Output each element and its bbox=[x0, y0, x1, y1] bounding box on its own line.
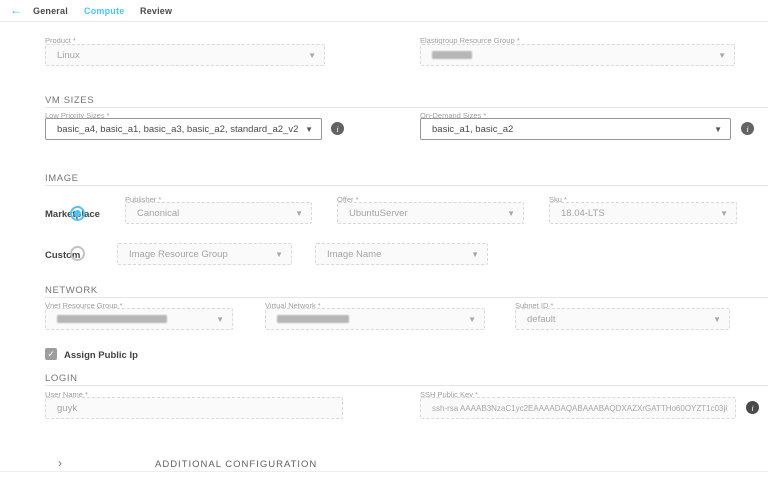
chevron-down-icon: ▼ bbox=[708, 125, 722, 134]
image-resource-group-placeholder: Image Resource Group bbox=[129, 249, 228, 260]
section-title-vm-sizes: VM SIZES bbox=[45, 95, 94, 106]
section-divider bbox=[45, 297, 768, 298]
sku-select[interactable]: 18.04-LTS ▼ bbox=[549, 202, 737, 224]
on-demand-sizes-value: basic_a1, basic_a2 bbox=[432, 124, 513, 135]
chevron-down-icon: ▼ bbox=[707, 315, 721, 324]
additional-configuration-expander[interactable] bbox=[0, 452, 768, 472]
low-priority-sizes-value: basic_a4, basic_a1, basic_a3, basic_a2, … bbox=[57, 124, 298, 135]
image-name-select[interactable]: Image Name ▼ bbox=[315, 243, 488, 265]
subnet-id-value: default bbox=[527, 314, 556, 325]
vnet-resource-group-select[interactable]: ▼ bbox=[45, 308, 233, 330]
section-title-login: LOGIN bbox=[45, 373, 78, 384]
user-name-value: guyk bbox=[57, 403, 77, 414]
info-icon[interactable]: i bbox=[741, 122, 754, 135]
user-name-input[interactable]: guyk bbox=[45, 397, 343, 419]
assign-public-ip-checkbox[interactable]: ✓ bbox=[45, 348, 57, 360]
offer-value: UbuntuServer bbox=[349, 208, 408, 219]
publisher-select[interactable]: Canonical ▼ bbox=[125, 202, 312, 224]
chevron-down-icon: ▼ bbox=[712, 51, 726, 60]
product-value: Linux bbox=[57, 50, 80, 61]
chevron-down-icon: ▼ bbox=[210, 315, 224, 324]
publisher-value: Canonical bbox=[137, 208, 179, 219]
section-title-network: NETWORK bbox=[45, 285, 98, 296]
chevron-down-icon: ▼ bbox=[501, 209, 515, 218]
low-priority-sizes-select[interactable]: basic_a4, basic_a1, basic_a3, basic_a2, … bbox=[45, 118, 322, 140]
ssh-public-key-value: ssh-rsa AAAAB3NzaC1yc2EAAAADAQABAAABAQDX… bbox=[432, 404, 727, 413]
chevron-right-icon[interactable]: › bbox=[58, 456, 62, 470]
image-resource-group-select[interactable]: Image Resource Group ▼ bbox=[117, 243, 292, 265]
chevron-down-icon: ▼ bbox=[302, 51, 316, 60]
image-name-placeholder: Image Name bbox=[327, 249, 381, 260]
tab-compute[interactable]: Compute bbox=[84, 6, 124, 16]
virtual-network-select[interactable]: ▼ bbox=[265, 308, 485, 330]
chevron-down-icon: ▼ bbox=[269, 250, 283, 259]
redacted-value bbox=[432, 51, 472, 59]
section-divider bbox=[45, 385, 768, 386]
ssh-public-key-input[interactable]: ssh-rsa AAAAB3NzaC1yc2EAAAADAQABAAABAQDX… bbox=[420, 397, 736, 419]
on-demand-sizes-select[interactable]: basic_a1, basic_a2 ▼ bbox=[420, 118, 731, 140]
chevron-down-icon: ▼ bbox=[465, 250, 479, 259]
custom-radio[interactable] bbox=[70, 246, 85, 261]
assign-public-ip-label: Assign Public Ip bbox=[64, 350, 138, 361]
section-title-image: IMAGE bbox=[45, 173, 79, 184]
redacted-value bbox=[57, 315, 167, 323]
product-select[interactable]: Linux ▼ bbox=[45, 44, 325, 66]
chevron-down-icon: ▼ bbox=[289, 209, 303, 218]
section-divider bbox=[45, 185, 768, 186]
sku-value: 18.04-LTS bbox=[561, 208, 605, 219]
subnet-id-select[interactable]: default ▼ bbox=[515, 308, 730, 330]
additional-configuration-label: ADDITIONAL CONFIGURATION bbox=[155, 459, 317, 470]
info-icon[interactable]: i bbox=[331, 122, 344, 135]
chevron-down-icon: ▼ bbox=[714, 209, 728, 218]
radio-dot bbox=[74, 210, 81, 217]
offer-select[interactable]: UbuntuServer ▼ bbox=[337, 202, 524, 224]
info-icon[interactable]: i bbox=[746, 401, 759, 414]
elastigroup-resource-group-select[interactable]: ▼ bbox=[420, 44, 735, 66]
tab-review[interactable]: Review bbox=[140, 6, 172, 16]
wizard-page: ← General Compute Review Product * Linux… bbox=[0, 0, 768, 483]
tab-general[interactable]: General bbox=[33, 6, 68, 16]
section-divider bbox=[45, 107, 768, 108]
chevron-down-icon: ▼ bbox=[299, 125, 313, 134]
bottom-divider bbox=[0, 471, 768, 472]
back-arrow-icon[interactable]: ← bbox=[10, 3, 22, 17]
chevron-down-icon: ▼ bbox=[462, 315, 476, 324]
marketplace-radio[interactable] bbox=[70, 206, 85, 221]
wizard-tab-bar: ← General Compute Review bbox=[0, 0, 768, 22]
redacted-value bbox=[277, 315, 349, 323]
